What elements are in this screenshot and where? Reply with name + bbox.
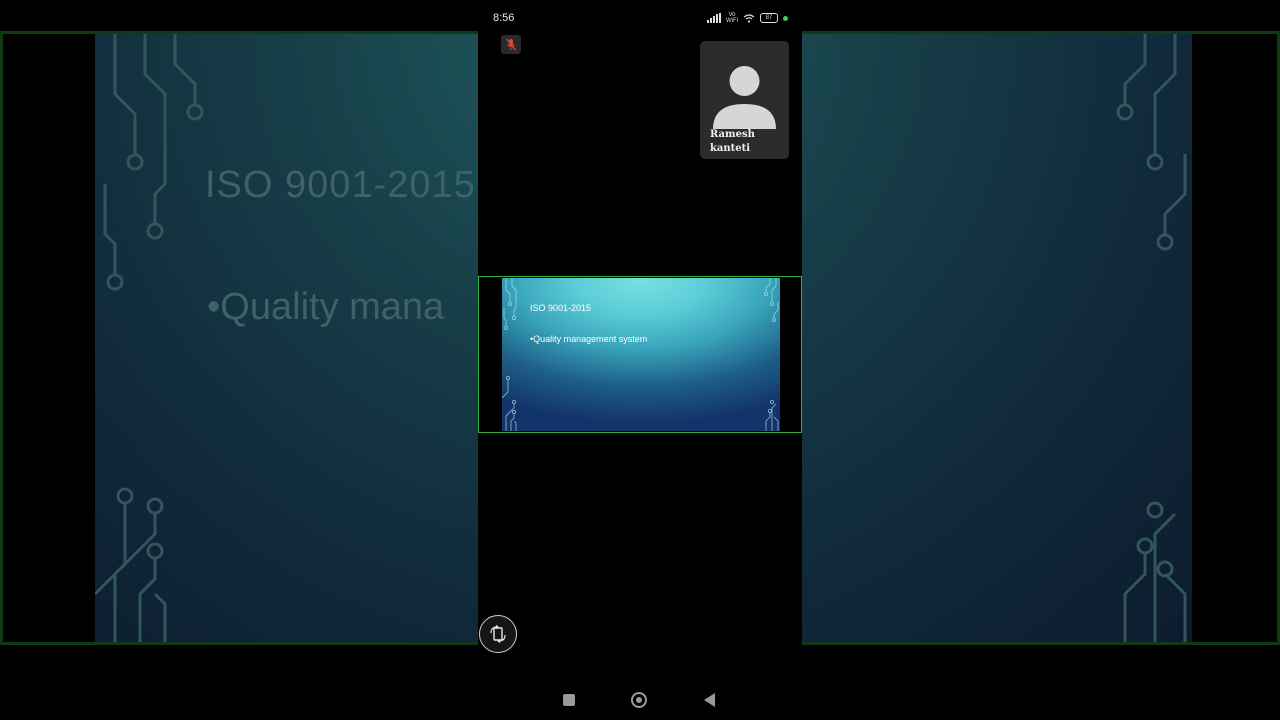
recents-icon[interactable]	[563, 694, 575, 706]
phone-screen: 8:56 Vo WiFi 87 Ramesh kanteti ISO 9001-…	[478, 0, 802, 720]
privacy-indicator-dot	[783, 15, 788, 21]
background-slide-bullet: •Quality mana	[207, 286, 445, 328]
slide-bullet: •Quality management system	[530, 334, 648, 344]
navigation-bar	[0, 686, 1280, 716]
participant-tile[interactable]: Ramesh kanteti	[700, 41, 789, 159]
background-slide-title: ISO 9001-2015	[205, 164, 476, 206]
avatar-icon	[713, 66, 776, 129]
participant-name: Ramesh kanteti	[710, 129, 755, 154]
shared-slide: ISO 9001-2015 •Quality management system	[502, 278, 780, 431]
rotate-screen-button[interactable]	[479, 615, 517, 653]
vowifi-label: Vo WiFi	[726, 12, 738, 24]
home-icon[interactable]	[631, 692, 647, 708]
slide-title: ISO 9001-2015	[530, 303, 592, 313]
shared-screen-frame[interactable]: ISO 9001-2015 •Quality management system	[478, 276, 802, 433]
status-icons: Vo WiFi 87	[707, 11, 788, 25]
back-icon[interactable]	[704, 693, 715, 707]
battery-icon: 87	[760, 13, 778, 23]
signal-icon	[707, 13, 721, 23]
wifi-icon	[743, 13, 755, 23]
status-time: 8:56	[493, 12, 515, 24]
mic-off-icon	[505, 38, 517, 51]
slide-circuit-decoration	[502, 278, 779, 431]
rotate-screen-icon	[490, 625, 506, 643]
status-bar: 8:56 Vo WiFi 87	[478, 0, 802, 34]
mic-muted-button[interactable]	[501, 35, 521, 54]
